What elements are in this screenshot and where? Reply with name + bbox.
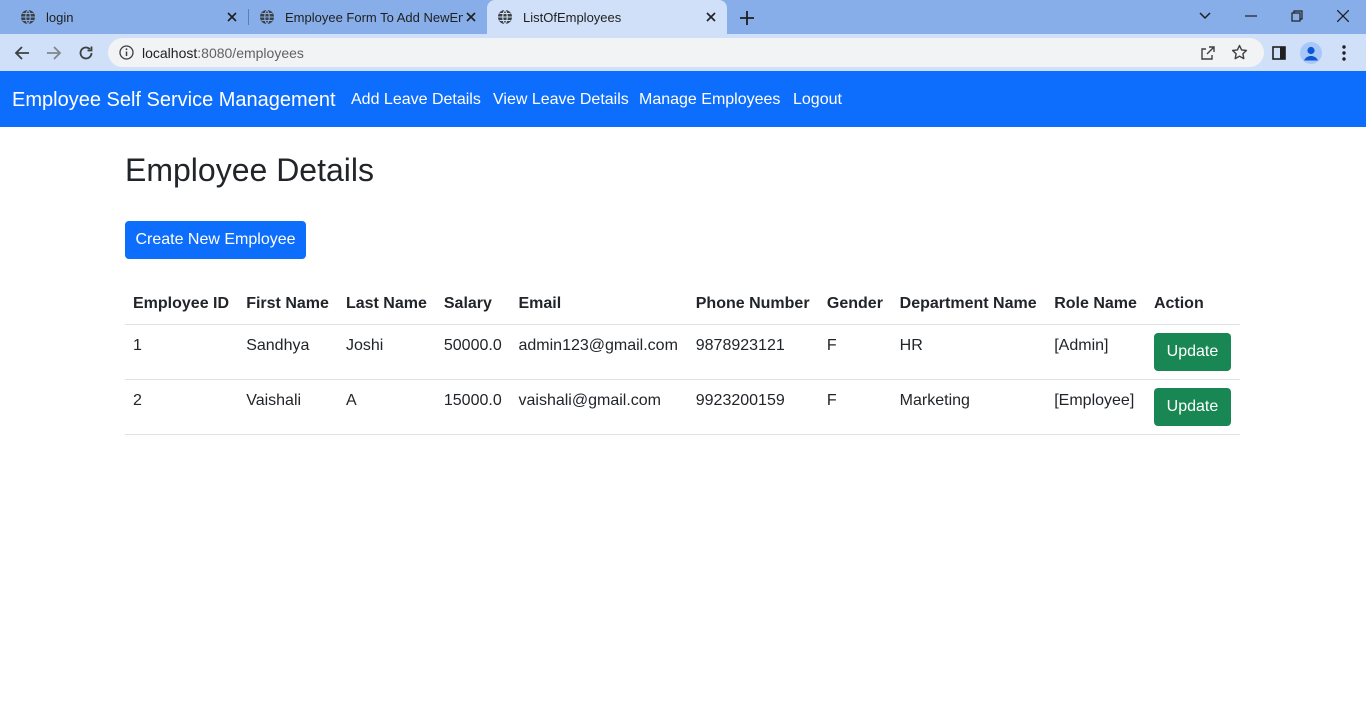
browser-tab-employee-form[interactable]: Employee Form To Add NewEmp — [249, 0, 487, 34]
nav-view-leave-details[interactable]: View Leave Details — [493, 91, 629, 109]
nav-logout[interactable]: Logout — [793, 91, 842, 109]
header-employee-id: Employee ID — [125, 285, 239, 325]
share-icon[interactable] — [1200, 45, 1216, 61]
nav-add-leave-details[interactable]: Add Leave Details — [351, 91, 481, 109]
address-bar[interactable]: localhost:8080/employees — [108, 38, 1264, 67]
avatar-icon — [1300, 42, 1322, 64]
cell-department-name: Marketing — [891, 379, 1047, 435]
new-tab-button[interactable] — [736, 7, 758, 29]
close-icon[interactable] — [703, 9, 719, 25]
header-action: Action — [1145, 285, 1240, 325]
close-icon[interactable] — [224, 9, 240, 25]
tab-title: ListOfEmployees — [523, 9, 622, 25]
app-navbar: Employee Self Service Management Add Lea… — [0, 71, 1366, 127]
table-header-row: Employee ID First Name Last Name Salary … — [125, 285, 1240, 325]
header-gender: Gender — [818, 285, 892, 325]
side-panel-button[interactable] — [1267, 41, 1291, 65]
cell-employee-id: 1 — [125, 324, 239, 380]
minimize-button[interactable] — [1239, 5, 1263, 27]
cell-first-name: Vaishali — [238, 379, 338, 435]
restore-icon — [1291, 10, 1303, 22]
url-path: :8080/employees — [197, 45, 304, 61]
cell-action: Update — [1145, 379, 1240, 435]
update-button[interactable]: Update — [1153, 387, 1231, 426]
cell-department-name: HR — [891, 324, 1047, 380]
star-icon[interactable] — [1231, 44, 1248, 61]
table-row: 2 Vaishali A 15000.0 vaishali@gmail.com … — [125, 379, 1240, 435]
tab-search-button[interactable] — [1193, 5, 1217, 27]
plus-icon — [740, 11, 754, 25]
cell-salary: 50000.0 — [435, 324, 511, 380]
employee-table: Employee ID First Name Last Name Salary … — [125, 285, 1240, 435]
browser-tab-login[interactable]: login — [0, 0, 248, 34]
arrow-right-icon — [47, 46, 62, 60]
chevron-down-icon — [1199, 12, 1211, 20]
create-new-employee-button[interactable]: Create New Employee — [125, 221, 306, 259]
cell-salary: 15000.0 — [435, 379, 511, 435]
browser-menu-button[interactable] — [1332, 41, 1356, 65]
header-phone-number: Phone Number — [687, 285, 819, 325]
cell-last-name: A — [337, 379, 436, 435]
page-title: Employee Details — [125, 152, 374, 188]
cell-email: admin123@gmail.com — [510, 324, 688, 380]
restore-button[interactable] — [1285, 5, 1309, 27]
cell-employee-id: 2 — [125, 379, 239, 435]
globe-icon — [260, 9, 274, 25]
globe-icon — [498, 9, 512, 25]
reload-icon — [79, 46, 93, 60]
cell-email: vaishali@gmail.com — [510, 379, 688, 435]
back-button[interactable] — [10, 41, 34, 65]
cell-phone-number: 9923200159 — [687, 379, 819, 435]
url-text: localhost:8080/employees — [142, 45, 304, 61]
cell-last-name: Joshi — [337, 324, 436, 380]
nav-manage-employees[interactable]: Manage Employees — [639, 91, 780, 109]
close-window-button[interactable] — [1331, 5, 1355, 27]
header-department-name: Department Name — [891, 285, 1047, 325]
update-button[interactable]: Update — [1153, 332, 1231, 371]
info-icon[interactable] — [119, 45, 134, 60]
cell-phone-number: 9878923121 — [687, 324, 819, 380]
tab-title: Employee Form To Add NewEmp — [285, 9, 463, 25]
table-row: 1 Sandhya Joshi 50000.0 admin123@gmail.c… — [125, 324, 1240, 380]
cell-action: Update — [1145, 324, 1240, 380]
forward-button[interactable] — [42, 41, 66, 65]
profile-button[interactable] — [1299, 41, 1323, 65]
header-salary: Salary — [435, 285, 511, 325]
close-icon[interactable] — [463, 9, 479, 25]
close-icon — [1337, 10, 1349, 22]
header-email: Email — [510, 285, 688, 325]
header-role-name: Role Name — [1046, 285, 1146, 325]
minimize-icon — [1245, 15, 1257, 17]
navbar-brand[interactable]: Employee Self Service Management — [12, 89, 336, 112]
header-last-name: Last Name — [337, 285, 436, 325]
cell-role-name: [Employee] — [1046, 379, 1146, 435]
browser-toolbar: localhost:8080/employees — [0, 34, 1366, 71]
header-first-name: First Name — [238, 285, 338, 325]
cell-gender: F — [818, 324, 892, 380]
browser-tab-list-of-employees[interactable]: ListOfEmployees — [487, 0, 727, 34]
tab-title: login — [46, 9, 74, 25]
more-vertical-icon — [1342, 45, 1346, 61]
url-host: localhost — [142, 45, 198, 61]
reload-button[interactable] — [74, 41, 98, 65]
side-panel-icon — [1272, 46, 1286, 60]
cell-first-name: Sandhya — [238, 324, 338, 380]
arrow-left-icon — [14, 46, 29, 60]
browser-tab-strip: login Employee Form To Add NewEmp ListOf… — [0, 0, 1366, 34]
cell-gender: F — [818, 379, 892, 435]
cell-role-name: [Admin] — [1046, 324, 1146, 380]
globe-icon — [21, 9, 35, 25]
